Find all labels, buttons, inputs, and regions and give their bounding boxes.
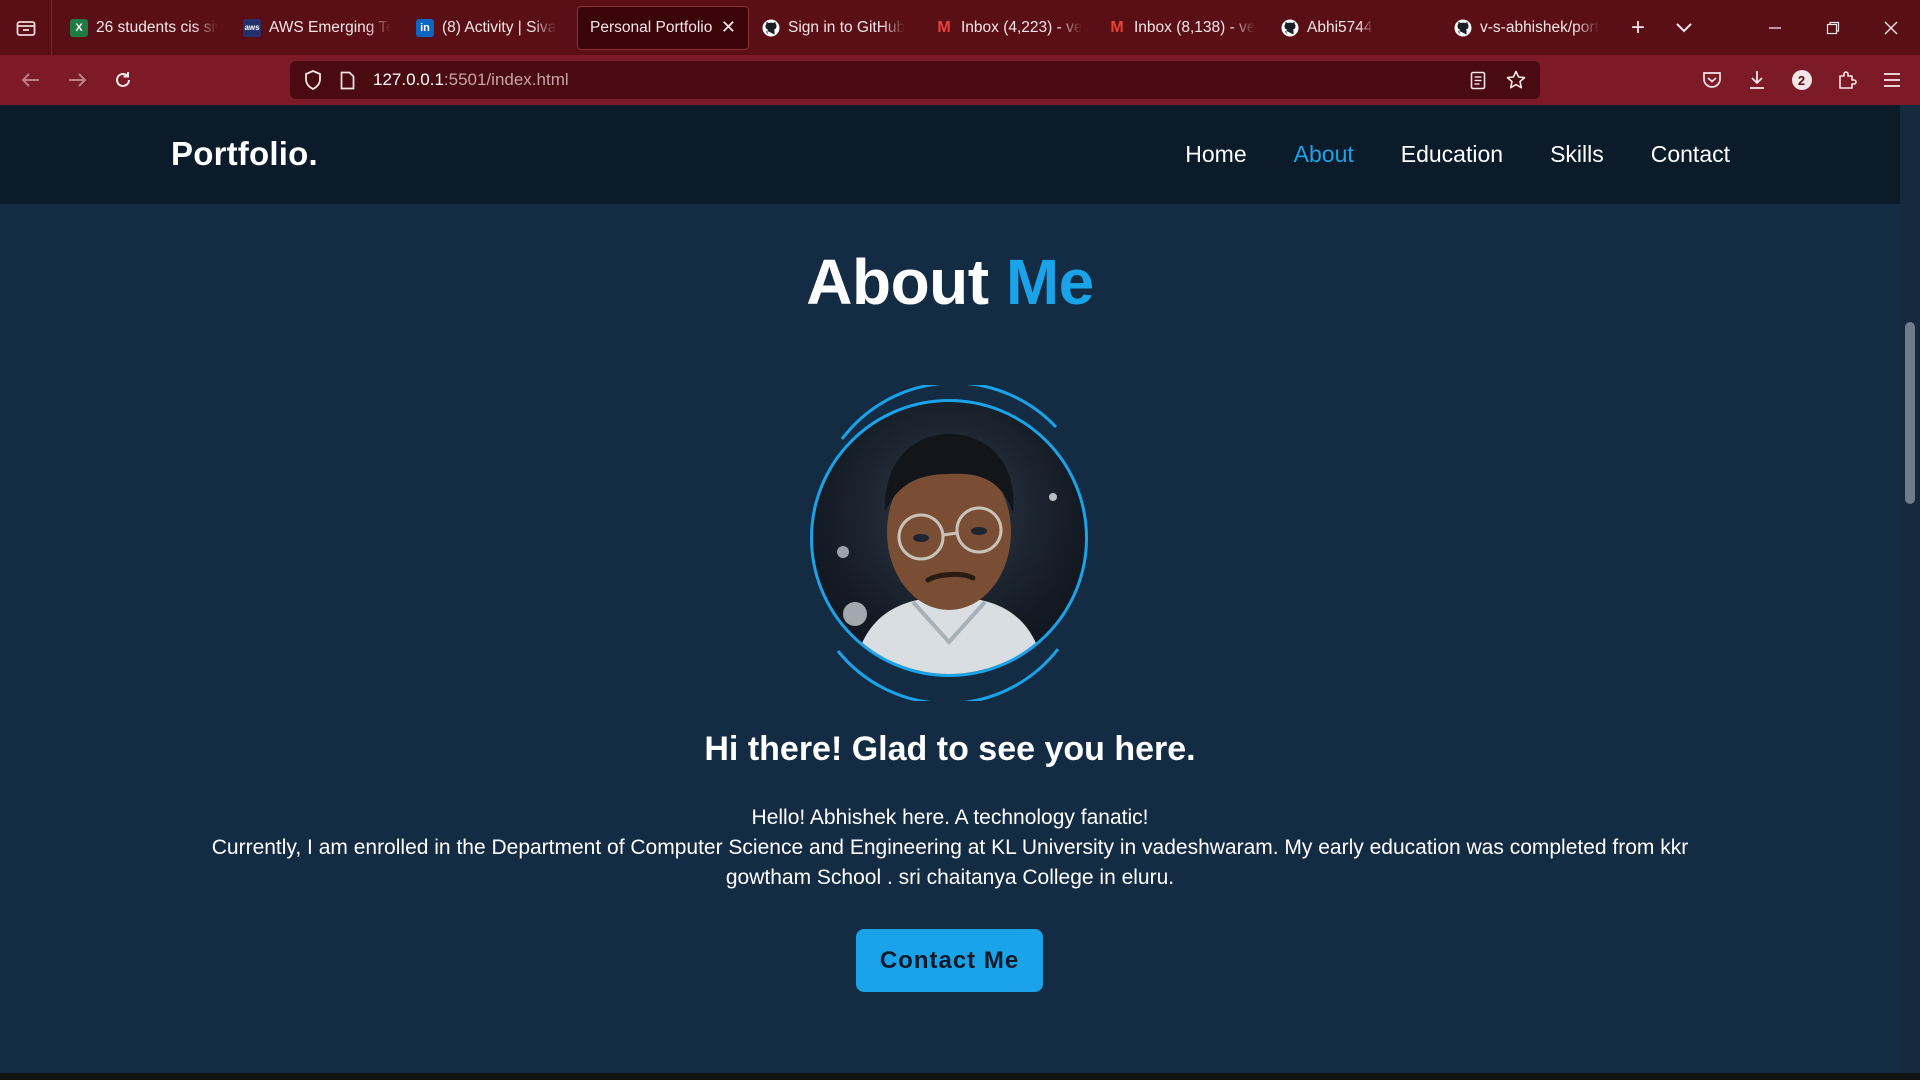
reader-view-icon[interactable] — [1470, 71, 1486, 90]
list-all-tabs-button[interactable] — [1661, 6, 1707, 50]
toolbar-actions: 2 — [1689, 55, 1920, 105]
nav-link-about[interactable]: About — [1294, 141, 1354, 168]
address-bar[interactable]: 127.0.0.1:5501/index.html — [290, 61, 1540, 99]
browser-tab-bar: X 26 students cis siv aws AWS Emerging Te in… — [0, 0, 1920, 55]
browser-tab-title: v-s-abhishek/port — [1480, 18, 1599, 36]
close-window-button[interactable] — [1862, 0, 1920, 55]
arrow-right-icon — [69, 73, 87, 87]
profile-photo-frame — [806, 385, 1092, 701]
firefox-view-button[interactable] — [0, 0, 52, 55]
nav-link-skills[interactable]: Skills — [1550, 141, 1604, 168]
browser-tab[interactable]: Sign in to GitHub — [750, 6, 922, 50]
browser-tab-title: 26 students cis siv — [96, 18, 218, 36]
window-bottom-edge — [0, 1073, 1920, 1080]
arrow-left-icon — [21, 73, 39, 87]
downloads-button[interactable] — [1734, 60, 1779, 100]
contact-me-button[interactable]: Contact Me — [856, 929, 1043, 992]
nav-link-contact[interactable]: Contact — [1651, 141, 1730, 168]
browser-tab-title: Sign in to GitHub — [788, 18, 906, 36]
forward-button[interactable] — [54, 60, 100, 100]
browser-tab[interactable]: X 26 students cis siv — [58, 6, 230, 50]
section-title-main: About — [806, 246, 989, 318]
shield-icon[interactable] — [304, 70, 322, 90]
gmail-icon: M — [937, 18, 951, 36]
notification-count-badge: 2 — [1791, 70, 1812, 90]
browser-tab-title: Inbox (8,138) - ve — [1134, 18, 1256, 36]
bio-text: Hello! Abhishek here. A technology fanat… — [170, 803, 1730, 893]
download-icon — [1749, 71, 1764, 89]
nav-link-home[interactable]: Home — [1185, 141, 1246, 168]
close-tab-icon[interactable]: ✕ — [715, 17, 736, 38]
pocket-button[interactable] — [1689, 60, 1734, 100]
pocket-icon — [1702, 72, 1721, 88]
github-icon — [762, 19, 780, 37]
extensions-button[interactable] — [1824, 60, 1869, 100]
browser-toolbar: 127.0.0.1:5501/index.html 2 — [0, 55, 1920, 105]
browser-tab[interactable]: v-s-abhishek/port — [1442, 6, 1614, 50]
puzzle-icon — [1838, 71, 1857, 89]
person-portrait-icon — [837, 433, 1057, 674]
close-icon — [1884, 21, 1898, 34]
site-logo[interactable]: Portfolio. — [171, 135, 318, 173]
bookmark-star-icon[interactable] — [1506, 70, 1526, 90]
browser-tab[interactable]: Personal Portfolio ✕ — [577, 5, 749, 50]
bio-line-intro: Hello! Abhishek here. A technology fanat… — [751, 806, 1149, 829]
reload-button[interactable] — [100, 60, 146, 100]
aws-icon: aws — [243, 18, 261, 37]
browser-tab-title: (8) Activity | Siva — [442, 18, 557, 36]
minimize-button[interactable] — [1746, 0, 1804, 55]
greeting-heading: Hi there! Glad to see you here. — [704, 730, 1196, 768]
browser-tab[interactable]: Abhi5744 — [1269, 6, 1441, 50]
page-scrollbar[interactable] — [1900, 105, 1920, 1073]
section-title-accent: Me — [1005, 246, 1094, 318]
back-button[interactable] — [8, 60, 54, 100]
minimize-icon — [1769, 26, 1781, 29]
section-title: About Me — [0, 245, 1900, 319]
browser-tab[interactable]: aws AWS Emerging Te — [231, 6, 403, 50]
app-menu-button[interactable] — [1869, 60, 1914, 100]
url-host: 127.0.0.1 — [373, 70, 444, 89]
browser-tab-title: Inbox (4,223) - ve — [961, 18, 1083, 36]
plus-icon: + — [1630, 13, 1645, 41]
browser-tab[interactable]: M Inbox (4,223) - ve — [923, 6, 1095, 50]
url-path: :5501/index.html — [443, 70, 569, 89]
browser-tab[interactable]: in (8) Activity | Siva — [404, 6, 576, 50]
github-icon — [1454, 19, 1472, 37]
linkedin-icon: in — [416, 18, 434, 37]
browser-tab[interactable]: M Inbox (8,138) - ve — [1096, 6, 1268, 50]
bio-line-education: Currently, I am enrolled in the Departme… — [211, 836, 1689, 889]
site-nav: Home About Education Skills Contact — [1185, 141, 1730, 168]
restore-icon — [1826, 21, 1840, 34]
firefox-view-icon — [16, 20, 35, 36]
nav-link-education[interactable]: Education — [1401, 141, 1503, 168]
browser-tab-title: Personal Portfolio — [590, 18, 713, 36]
restore-button[interactable] — [1804, 0, 1862, 55]
site-header: Portfolio. Home About Education Skills C… — [0, 105, 1900, 204]
profile-photo — [810, 399, 1088, 677]
tab-strip: X 26 students cis siv aws AWS Emerging Te in… — [52, 0, 1615, 55]
reload-icon — [116, 72, 130, 87]
scrollbar-thumb[interactable] — [1905, 322, 1915, 504]
window-controls — [1746, 0, 1920, 55]
new-tab-button[interactable]: + — [1615, 6, 1661, 50]
excel-icon: X — [70, 18, 88, 37]
gmail-icon: M — [1110, 18, 1124, 36]
page-viewport: Portfolio. Home About Education Skills C… — [0, 105, 1900, 1073]
account-badge-button[interactable]: 2 — [1779, 60, 1824, 100]
page-icon[interactable] — [340, 71, 355, 90]
github-icon — [1281, 19, 1299, 37]
hamburger-menu-icon — [1883, 73, 1900, 87]
browser-tab-title: AWS Emerging Te — [269, 18, 391, 36]
chevron-down-icon — [1676, 22, 1692, 32]
browser-tab-title: Abhi5744 — [1307, 18, 1373, 36]
